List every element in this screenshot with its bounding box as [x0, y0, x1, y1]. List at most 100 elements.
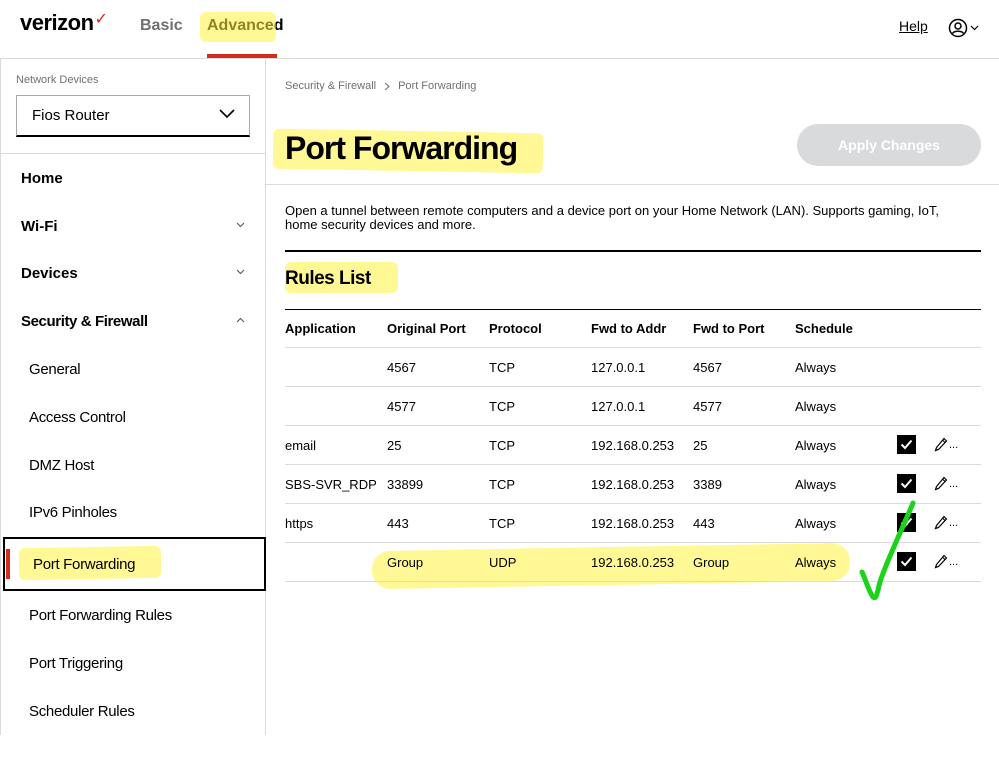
cell-original-port: Group	[387, 554, 424, 570]
cell-protocol: TCP	[489, 398, 515, 414]
enable-checkbox[interactable]	[897, 474, 916, 493]
chevron-right-icon	[384, 82, 390, 90]
column-header: Fwd to Addr	[591, 321, 667, 336]
cell-fwd-port: 443	[693, 515, 715, 531]
row-actions: ...	[897, 474, 958, 493]
help-link[interactable]: Help	[899, 18, 928, 34]
sidebar-item-wifi[interactable]: Wi-Fi	[21, 218, 245, 235]
cell-fwd-addr: 192.168.0.253	[591, 554, 675, 570]
table-row: email 25 TCP 192.168.0.253 25 Always...	[285, 426, 981, 465]
chevron-down-icon	[236, 222, 245, 228]
row-actions: ...	[897, 552, 958, 571]
more-ellipsis: ...	[949, 477, 959, 490]
row-actions: ...	[897, 435, 958, 454]
cell-original-port: 443	[387, 515, 409, 531]
cell-schedule: Always	[795, 554, 837, 570]
chevron-down-icon	[236, 269, 245, 275]
apply-changes-button[interactable]: Apply Changes	[797, 124, 981, 166]
table-row: https 443 TCP 192.168.0.253 443 Always...	[285, 504, 981, 543]
pencil-icon	[934, 437, 948, 451]
chevron-down-icon	[970, 25, 979, 31]
cell-schedule: Always	[795, 437, 837, 453]
sidebar: Network Devices Fios Router Home Wi-Fi D…	[0, 59, 266, 735]
cell-fwd-port: 4577	[693, 398, 722, 414]
column-header: Application	[285, 321, 356, 336]
sidebar-subitem-ipv6-pinholes[interactable]: IPv6 Pinholes	[29, 504, 117, 521]
cell-schedule: Always	[795, 515, 837, 531]
cell-fwd-port: 25	[693, 437, 708, 453]
cell-fwd-port: Group	[693, 554, 730, 570]
more-ellipsis: ...	[949, 555, 959, 568]
top-header: verizon✓ Basic Advanced Help	[0, 0, 999, 59]
breadcrumb-parent-link[interactable]: Security & Firewall	[285, 80, 376, 92]
cell-schedule: Always	[795, 359, 837, 375]
enable-checkbox[interactable]	[897, 513, 916, 532]
table-row: 4577 TCP 127.0.0.1 4577 Always	[285, 387, 981, 426]
device-select-value: Fios Router	[32, 107, 110, 124]
column-header: Fwd to Port	[693, 321, 765, 336]
checkmark-icon	[900, 556, 913, 567]
logo-text: verizon	[20, 10, 94, 35]
tab-basic[interactable]: Basic	[140, 17, 183, 35]
table-row: 4567 TCP 127.0.0.1 4567 Always	[285, 348, 981, 387]
cell-fwd-addr: 127.0.0.1	[591, 398, 646, 414]
table-row: SBS-SVR_RDP 33899 TCP 192.168.0.253 3389 Alwa…	[285, 465, 981, 504]
sidebar-item-home[interactable]: Home	[21, 170, 63, 187]
column-header: Protocol	[489, 321, 542, 336]
user-icon	[948, 18, 968, 38]
active-tab-indicator	[207, 54, 277, 58]
chevron-up-icon	[236, 317, 245, 323]
cell-fwd-addr: 192.168.0.253	[591, 476, 675, 492]
sidebar-item-label: Security & Firewall	[21, 313, 148, 330]
sidebar-active-indicator	[6, 549, 10, 579]
chevron-down-icon	[219, 109, 235, 119]
table-row: Group UDP 192.168.0.253 Group Always...	[285, 543, 981, 582]
edit-button[interactable]: ...	[934, 515, 958, 531]
user-menu-button[interactable]	[948, 17, 982, 39]
sidebar-subitem-port-forwarding[interactable]: Port Forwarding	[33, 556, 136, 573]
enable-checkbox[interactable]	[897, 435, 916, 454]
cell-fwd-port: 4567	[693, 359, 722, 375]
enable-checkbox[interactable]	[897, 552, 916, 571]
cell-original-port: 25	[387, 437, 402, 453]
tab-advanced[interactable]: Advanced	[207, 17, 283, 35]
cell-schedule: Always	[795, 398, 837, 414]
cell-fwd-port: 3389	[693, 476, 722, 492]
checkmark-icon	[900, 439, 913, 450]
cell-application: SBS-SVR_RDP	[285, 476, 377, 492]
sidebar-subitem-general[interactable]: General	[29, 361, 81, 378]
edit-button[interactable]: ...	[934, 476, 958, 492]
rules-table: Application Original Port Protocol Fwd t…	[285, 310, 981, 582]
sidebar-item-security-firewall[interactable]: Security & Firewall	[21, 313, 245, 330]
edit-button[interactable]: ...	[934, 437, 958, 453]
device-select[interactable]: Fios Router	[16, 95, 250, 137]
sidebar-subitem-dmz-host[interactable]: DMZ Host	[29, 457, 94, 474]
sidebar-subitem-access-control[interactable]: Access Control	[29, 409, 126, 426]
sidebar-subitem-port-triggering[interactable]: Port Triggering	[29, 655, 123, 672]
edit-button[interactable]: ...	[934, 554, 958, 570]
verizon-logo[interactable]: verizon✓	[20, 10, 108, 36]
sidebar-item-devices[interactable]: Devices	[21, 265, 245, 282]
page-description: Open a tunnel between remote computers a…	[285, 203, 939, 232]
sidebar-subitem-port-forwarding-rules[interactable]: Port Forwarding Rules	[29, 607, 172, 624]
cell-original-port: 4577	[387, 398, 416, 414]
checkmark-icon	[900, 478, 913, 489]
section-divider	[285, 250, 981, 252]
sidebar-subitem-scheduler-rules[interactable]: Scheduler Rules	[29, 703, 135, 720]
cell-original-port: 4567	[387, 359, 416, 375]
sidebar-item-label: Devices	[21, 265, 78, 282]
main-divider	[266, 184, 999, 185]
cell-protocol: TCP	[489, 515, 515, 531]
sidebar-item-label: Wi-Fi	[21, 218, 58, 235]
cell-protocol: TCP	[489, 437, 515, 453]
sidebar-divider	[1, 153, 266, 154]
checkmark-icon	[900, 517, 913, 528]
breadcrumb: Security & Firewall Port Forwarding	[285, 80, 476, 92]
column-header: Original Port	[387, 321, 466, 336]
cell-schedule: Always	[795, 476, 837, 492]
cell-fwd-addr: 192.168.0.253	[591, 437, 675, 453]
cell-protocol: TCP	[489, 476, 515, 492]
logo-check-icon: ✓	[94, 11, 108, 28]
breadcrumb-current: Port Forwarding	[398, 80, 477, 92]
more-ellipsis: ...	[949, 438, 959, 451]
